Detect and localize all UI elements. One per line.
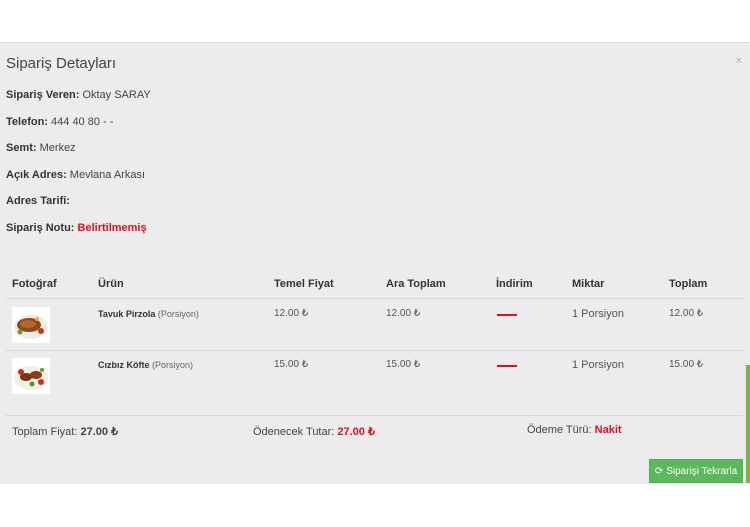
directions-label: Adres Tarifi: <box>6 195 70 207</box>
district-value: Merkez <box>39 142 76 154</box>
order-details-modal: Sipariş Detayları × Sipariş Veren: Oktay… <box>0 42 750 484</box>
close-icon[interactable]: × <box>736 55 742 67</box>
payable-amount-value: 27.00 ₺ <box>337 426 375 438</box>
modal-title: Sipariş Detayları <box>6 55 117 72</box>
product-name: Tavuk Pirzola <box>98 309 156 319</box>
total-cell: 12.00 ₺ <box>669 308 704 319</box>
product-name-cell: Cızbız Köfte (Porsiyon) <box>98 360 193 370</box>
scrollbar-accent <box>746 365 750 483</box>
base-price-cell: 12.00 ₺ <box>274 308 309 319</box>
payment-type-label: Ödeme Türü: <box>527 424 592 436</box>
header-base-price: Temel Fiyat <box>274 278 334 290</box>
product-name-cell: Tavuk Pirzola (Porsiyon) <box>98 309 199 319</box>
note-row: Sipariş Notu: Belirtilmemiş <box>6 222 147 234</box>
district-label: Semt: <box>6 142 37 154</box>
reorder-button[interactable]: ⟳ Siparişi Tekrarla <box>649 459 743 483</box>
header-divider <box>6 298 743 299</box>
note-label: Sipariş Notu: <box>6 222 75 234</box>
discount-none-dash <box>497 314 517 316</box>
phone-label: Telefon: <box>6 116 48 128</box>
phone-value: 444 40 80 - - <box>51 116 114 128</box>
product-name: Cızbız Köfte <box>98 360 150 370</box>
header-product: Ürün <box>98 278 124 290</box>
header-discount: İndirim <box>496 278 533 290</box>
address-label: Açık Adres: <box>6 169 67 181</box>
address-row: Açık Adres: Mevlana Arkası <box>6 169 145 181</box>
orderer-row: Sipariş Veren: Oktay SARAY <box>6 89 151 101</box>
reorder-button-label: Siparişi Tekrarla <box>666 465 738 477</box>
product-photo-cizbiz-kofte <box>12 358 50 394</box>
orderer-value: Oktay SARAY <box>82 89 151 101</box>
product-unit: (Porsiyon) <box>152 360 194 370</box>
total-price-label: Toplam Fiyat: <box>12 426 78 438</box>
payable-amount-label: Ödenecek Tutar: <box>253 426 335 438</box>
quantity-cell: 1 Porsiyon <box>572 308 624 320</box>
product-unit: (Porsiyon) <box>157 309 199 319</box>
phone-row: Telefon: 444 40 80 - - <box>6 116 113 128</box>
product-photo-tavuk-pirzola <box>12 307 50 343</box>
header-total: Toplam <box>669 278 708 290</box>
directions-row: Adres Tarifi: <box>6 195 70 207</box>
header-subtotal: Ara Toplam <box>386 278 446 290</box>
header-photo: Fotoğraf <box>12 278 57 290</box>
header-quantity: Miktar <box>572 278 605 290</box>
row-divider <box>6 350 743 351</box>
table-bottom-divider <box>6 415 743 416</box>
total-price: Toplam Fiyat: 27.00 ₺ <box>12 425 118 438</box>
refresh-icon: ⟳ <box>654 465 664 477</box>
base-price-cell: 15.00 ₺ <box>274 359 309 370</box>
payment-type: Ödeme Türü: Nakit <box>527 424 622 436</box>
discount-none-dash <box>497 365 517 367</box>
total-cell: 15.00 ₺ <box>669 359 704 370</box>
note-value: Belirtilmemiş <box>77 222 147 234</box>
total-price-value: 27.00 ₺ <box>80 426 119 438</box>
payable-amount: Ödenecek Tutar: 27.00 ₺ <box>253 425 375 438</box>
payment-type-value: Nakit <box>594 424 622 436</box>
district-row: Semt: Merkez <box>6 142 76 154</box>
orderer-label: Sipariş Veren: <box>6 89 80 101</box>
address-value: Mevlana Arkası <box>69 169 145 181</box>
subtotal-cell: 12.00 ₺ <box>386 308 421 319</box>
quantity-cell: 1 Porsiyon <box>572 359 624 371</box>
subtotal-cell: 15.00 ₺ <box>386 359 421 370</box>
